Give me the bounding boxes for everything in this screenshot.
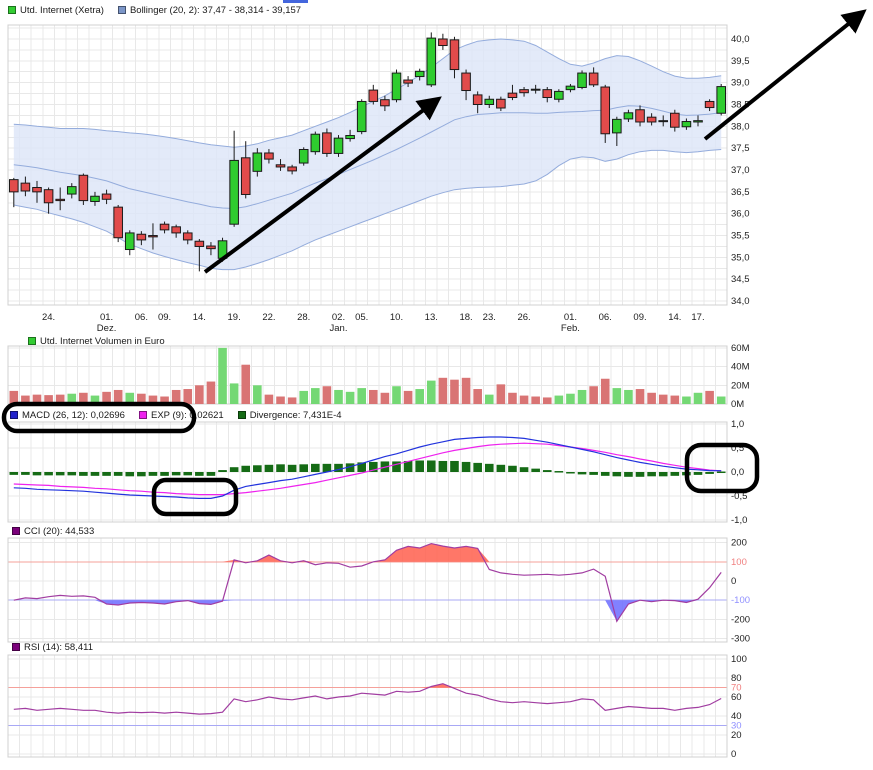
svg-text:34,5: 34,5 (731, 274, 750, 285)
svg-text:-0,5: -0,5 (731, 491, 747, 502)
price-series-label: Utd. Internet (Xetra) (20, 5, 104, 16)
svg-text:100: 100 (731, 654, 747, 665)
svg-text:-200: -200 (731, 614, 750, 625)
cci-legend: CCI (20): 44,533 (12, 525, 94, 537)
svg-text:200: 200 (731, 538, 747, 549)
svg-text:23.: 23. (483, 312, 496, 323)
svg-text:38,5: 38,5 (731, 100, 750, 111)
rsi-legend: RSI (14): 58,411 (12, 641, 93, 653)
macd-swatch (10, 411, 18, 419)
svg-text:60M: 60M (731, 343, 750, 354)
svg-text:26.: 26. (517, 312, 530, 323)
svg-text:38,0: 38,0 (731, 121, 750, 132)
price-legend: Utd. Internet (Xetra) Bollinger (20, 2):… (8, 4, 301, 16)
svg-text:06.: 06. (135, 312, 148, 323)
exp-label: EXP (9): 0,02621 (151, 410, 224, 421)
svg-text:17.: 17. (691, 312, 704, 323)
svg-text:10.: 10. (390, 312, 403, 323)
svg-text:-300: -300 (731, 634, 750, 645)
svg-text:34,0: 34,0 (731, 296, 750, 307)
rsi-legend-item: RSI (14): 58,411 (12, 642, 93, 653)
svg-text:20: 20 (731, 730, 742, 741)
svg-text:06.: 06. (599, 312, 612, 323)
svg-text:22.: 22. (262, 312, 275, 323)
svg-text:Dez.: Dez. (97, 323, 117, 334)
svg-text:24.: 24. (42, 312, 55, 323)
divergence-label: Divergence: 7,431E-4 (250, 410, 342, 421)
top-edge-artifact (283, 0, 308, 3)
svg-text:0: 0 (731, 749, 736, 760)
svg-text:14.: 14. (193, 312, 206, 323)
volume-series-label: Utd. Internet Volumen in Euro (40, 336, 165, 347)
svg-text:1,0: 1,0 (731, 419, 744, 430)
bollinger-label: Bollinger (20, 2): 37,47 - 38,314 - 39,1… (130, 5, 301, 16)
svg-text:09.: 09. (633, 312, 646, 323)
svg-text:60: 60 (731, 692, 742, 703)
svg-text:0,5: 0,5 (731, 443, 744, 454)
svg-text:28.: 28. (297, 312, 310, 323)
cci-label: CCI (20): 44,533 (24, 526, 94, 537)
svg-text:19.: 19. (228, 312, 241, 323)
exp-swatch (139, 411, 147, 419)
svg-text:37,0: 37,0 (731, 165, 750, 176)
rsi-swatch (12, 643, 20, 651)
svg-text:35,0: 35,0 (731, 252, 750, 263)
svg-text:-1,0: -1,0 (731, 515, 747, 526)
svg-text:40,0: 40,0 (731, 34, 750, 45)
macd-label: MACD (26, 12): 0,02696 (22, 410, 125, 421)
svg-text:39,0: 39,0 (731, 78, 750, 89)
bollinger-swatch (118, 6, 126, 14)
bollinger-legend-item: Bollinger (20, 2): 37,47 - 38,314 - 39,1… (118, 5, 301, 16)
macd-legend-item: MACD (26, 12): 0,02696 (10, 410, 125, 421)
cci-swatch (12, 527, 20, 535)
stock-chart-application: Utd. Internet (Xetra) Bollinger (20, 2):… (0, 0, 873, 770)
cci-legend-item: CCI (20): 44,533 (12, 526, 94, 537)
svg-text:05.: 05. (355, 312, 368, 323)
svg-text:14.: 14. (668, 312, 681, 323)
svg-text:20M: 20M (731, 380, 750, 391)
svg-text:0,0: 0,0 (731, 467, 744, 478)
volume-series-swatch (28, 337, 36, 345)
svg-text:36,5: 36,5 (731, 187, 750, 198)
svg-text:18.: 18. (459, 312, 472, 323)
volume-legend: Utd. Internet Volumen in Euro (28, 335, 165, 347)
svg-text:13.: 13. (425, 312, 438, 323)
svg-text:35,5: 35,5 (731, 231, 750, 242)
chart-canvas[interactable]: 40,0 39,5 39,0 38,5 38,0 37,5 37,0 36,5 36,0 35,5… (0, 0, 873, 770)
price-series-legend-item: Utd. Internet (Xetra) (8, 5, 104, 16)
svg-text:01.: 01. (564, 312, 577, 323)
svg-text:Feb.: Feb. (561, 323, 580, 334)
volume-series-legend-item: Utd. Internet Volumen in Euro (28, 336, 165, 347)
divergence-swatch (238, 411, 246, 419)
macd-legend: MACD (26, 12): 0,02696 EXP (9): 0,02621 … (10, 409, 342, 421)
svg-text:39,5: 39,5 (731, 56, 750, 67)
price-series-swatch (8, 6, 16, 14)
svg-text:-100: -100 (731, 595, 750, 606)
svg-text:0: 0 (731, 576, 736, 587)
rsi-label: RSI (14): 58,411 (24, 642, 93, 653)
svg-text:Jan.: Jan. (330, 323, 348, 334)
svg-text:0M: 0M (731, 399, 744, 410)
svg-text:09.: 09. (158, 312, 171, 323)
svg-text:100: 100 (731, 557, 747, 568)
svg-text:37,5: 37,5 (731, 143, 750, 154)
divergence-legend-item: Divergence: 7,431E-4 (238, 410, 342, 421)
svg-text:36,0: 36,0 (731, 209, 750, 220)
svg-text:01.: 01. (100, 312, 113, 323)
svg-text:40M: 40M (731, 362, 750, 373)
svg-text:02.: 02. (332, 312, 345, 323)
exp-legend-item: EXP (9): 0,02621 (139, 410, 224, 421)
